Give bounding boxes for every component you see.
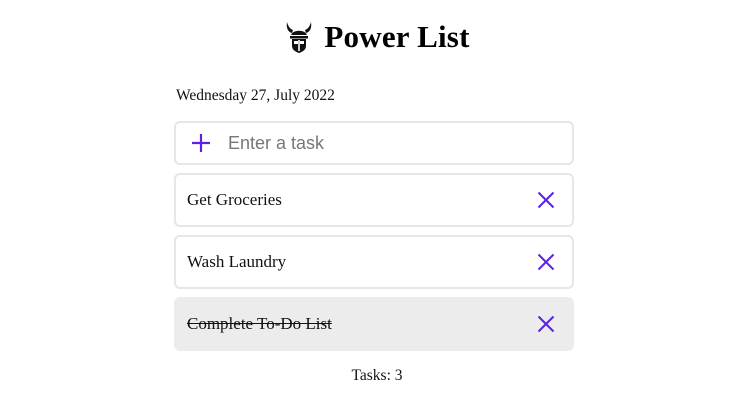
power-list-app: Power List Wednesday 27, July 2022 Get G…	[0, 0, 754, 408]
task-label: Get Groceries	[187, 190, 282, 209]
new-task-form	[174, 121, 574, 165]
current-date: Wednesday 27, July 2022	[176, 87, 335, 104]
task-label: Complete To-Do List	[187, 314, 332, 333]
task-count-label: Tasks:	[351, 367, 391, 384]
task-count: Tasks: 3	[0, 367, 754, 385]
task-count-value: 3	[394, 367, 403, 384]
task-item[interactable]: Wash Laundry	[174, 235, 574, 289]
task-input[interactable]	[228, 125, 558, 161]
app-header: Power List	[0, 14, 754, 60]
app-title: Power List	[324, 19, 470, 54]
close-icon[interactable]	[526, 242, 566, 282]
close-icon[interactable]	[526, 304, 566, 344]
close-icon[interactable]	[526, 180, 566, 220]
task-item[interactable]: Get Groceries	[174, 173, 574, 227]
plus-icon[interactable]	[176, 123, 226, 163]
task-item-completed[interactable]: Complete To-Do List	[174, 297, 574, 351]
task-label: Wash Laundry	[187, 252, 287, 271]
viking-helmet-icon	[284, 20, 314, 54]
